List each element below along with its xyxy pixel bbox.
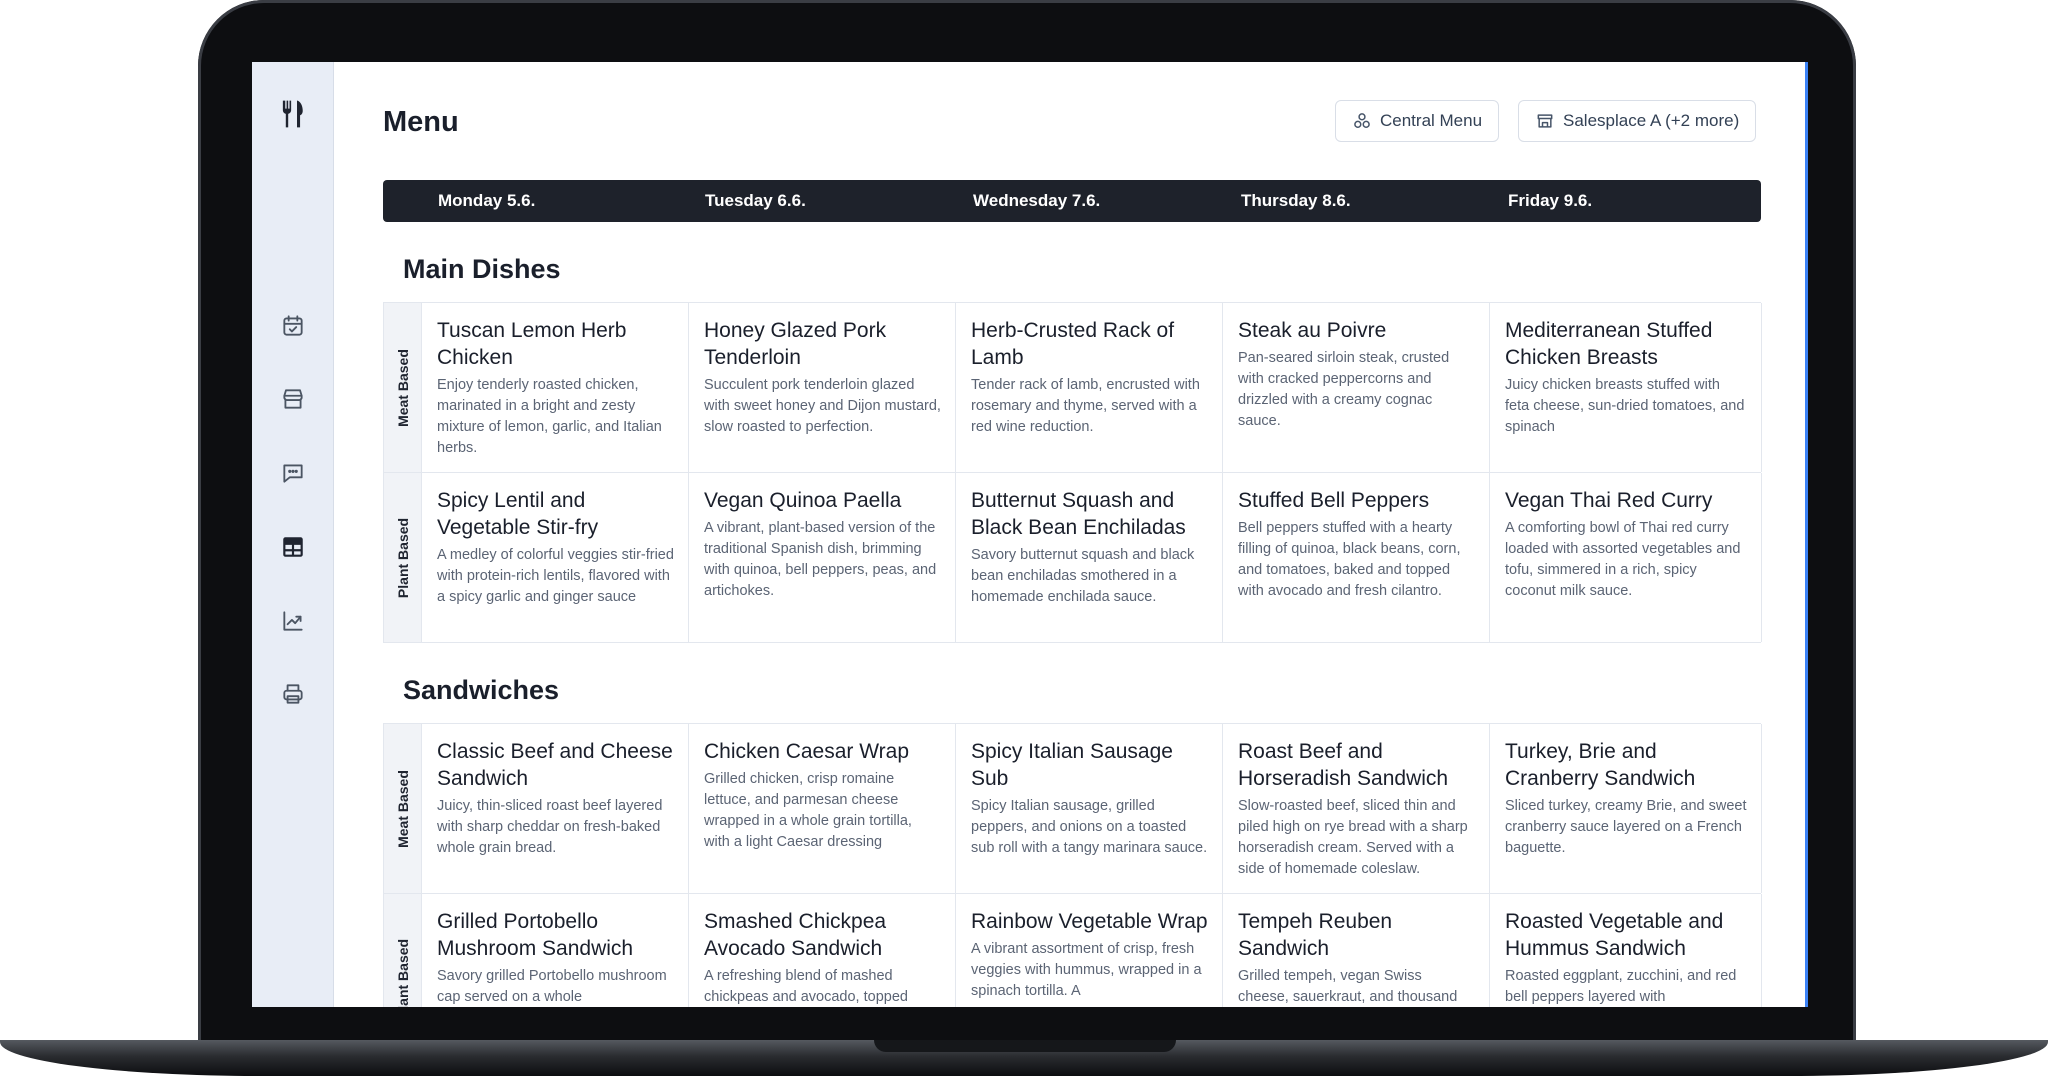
chat-icon[interactable] — [273, 453, 313, 493]
day-label: Wednesday 7.6. — [973, 191, 1101, 210]
row-label: Plant Based — [384, 894, 422, 1007]
dish-description: Juicy, thin-sliced roast beef layered wi… — [437, 798, 663, 856]
dish-description: Roasted eggplant, zucchini, and red bell… — [1505, 968, 1737, 1005]
table-grid-icon[interactable] — [273, 527, 313, 567]
laptop-notch — [874, 1040, 1176, 1052]
dish-description: Bell peppers stuffed with a hearty filli… — [1238, 520, 1461, 599]
dish-name: Vegan Quinoa Paella — [704, 489, 902, 512]
dish-cell[interactable]: Tuscan Lemon Herb Chicken Enjoy tenderly … — [422, 303, 689, 472]
day-label: Friday 9.6. — [1508, 191, 1593, 210]
dish-cell[interactable]: Honey Glazed Pork Tenderloin Succulent po… — [689, 303, 956, 472]
nodes-icon — [1354, 113, 1370, 128]
dish-cell[interactable]: Spicy Italian Sausage Sub Spicy Italian s… — [956, 724, 1223, 893]
dish-name: Vegan Thai Red Curry — [1505, 489, 1713, 512]
dish-description: Sliced turkey, creamy Brie, and sweet cr… — [1505, 798, 1747, 856]
sidebar — [252, 62, 334, 1007]
central-menu-label: Central Menu — [1380, 111, 1483, 130]
row-label: Meat Based — [384, 724, 422, 893]
menu-row: Meat Based Tuscan Lemon Herb Chicken Enjo… — [384, 303, 1762, 473]
dish-description: Pan-seared sirloin steak, crusted with c… — [1238, 350, 1450, 429]
dish-description: Savory butternut squash and black bean e… — [971, 547, 1195, 605]
section-title: Sandwiches — [403, 675, 560, 705]
dish-name: Grilled Portobello Mushroom Sandwich — [437, 910, 634, 960]
dish-cell[interactable]: Roasted Vegetable and Hummus Sandwich Roa… — [1490, 894, 1762, 1007]
dish-cell[interactable]: Butternut Squash and Black Bean Enchilad… — [956, 473, 1223, 642]
dish-cell[interactable]: Vegan Quinoa Paella A vibrant, plant-base… — [689, 473, 956, 642]
dish-description: Enjoy tenderly roasted chicken, marinate… — [437, 377, 662, 456]
day-label: Thursday 8.6. — [1241, 191, 1351, 210]
dish-cell[interactable]: Turkey, Brie and Cranberry Sandwich Slice… — [1490, 724, 1762, 893]
dish-description: Grilled chicken, crisp romaine lettuce, … — [704, 771, 912, 850]
dish-name: Classic Beef and Cheese Sandwich — [437, 740, 673, 790]
store-icon[interactable] — [273, 379, 313, 419]
dish-name: Butternut Squash and Black Bean Enchilad… — [971, 489, 1186, 539]
fork-knife-logo-icon[interactable] — [273, 94, 313, 134]
dish-description: Spicy Italian sausage, grilled peppers, … — [971, 798, 1208, 856]
central-menu-button[interactable]: Central Menu — [1335, 100, 1500, 142]
dish-cell[interactable]: Stuffed Bell Peppers Bell peppers stuffed… — [1223, 473, 1490, 642]
dish-name: Smashed Chickpea Avocado Sandwich — [704, 910, 887, 960]
dish-name: Tuscan Lemon Herb Chicken — [437, 319, 627, 369]
chart-line-icon[interactable] — [273, 601, 313, 641]
dish-name: Chicken Caesar Wrap — [704, 740, 910, 763]
menu-grid: Meat Based Classic Beef and Cheese Sandw… — [383, 723, 1762, 1007]
app-screen: Menu Central Menu Salesplace A (+2 more)… — [252, 62, 1808, 1007]
menu-row: Meat Based Classic Beef and Cheese Sandw… — [384, 724, 1762, 894]
row-label: Plant Based — [384, 473, 422, 642]
menu-row: Plant Based Grilled Portobello Mushroom … — [384, 894, 1762, 1007]
salesplace-button[interactable]: Salesplace A (+2 more) — [1518, 100, 1757, 142]
dish-name: Rainbow Vegetable Wrap — [971, 910, 1208, 933]
screen-edge — [1805, 62, 1808, 1007]
dish-description: Grilled tempeh, vegan Swiss cheese, saue… — [1238, 968, 1458, 1005]
dish-description: Juicy chicken breasts stuffed with feta … — [1505, 377, 1745, 435]
dish-cell[interactable]: Spicy Lentil and Vegetable Stir-fry A med… — [422, 473, 689, 642]
dish-cell[interactable]: Steak au Poivre Pan-seared sirloin steak,… — [1223, 303, 1490, 472]
dish-name: Stuffed Bell Peppers — [1238, 489, 1430, 512]
dish-description: A vibrant, plant-based version of the tr… — [704, 520, 937, 599]
dish-cell[interactable]: Vegan Thai Red Curry A comforting bowl of… — [1490, 473, 1762, 642]
dish-name: Spicy Lentil and Vegetable Stir-fry — [437, 489, 599, 539]
dish-cell[interactable]: Rainbow Vegetable Wrap A vibrant assortme… — [956, 894, 1223, 1007]
dish-cell[interactable]: Grilled Portobello Mushroom Sandwich Savo… — [422, 894, 689, 1007]
day-label: Tuesday 6.6. — [705, 191, 806, 210]
dish-cell[interactable]: Classic Beef and Cheese Sandwich Juicy, t… — [422, 724, 689, 893]
store-icon — [1537, 114, 1553, 128]
day-label: Monday 5.6. — [438, 191, 536, 210]
dish-name: Spicy Italian Sausage Sub — [971, 740, 1173, 790]
dish-cell[interactable]: Smashed Chickpea Avocado Sandwich A refre… — [689, 894, 956, 1007]
dish-description: Succulent pork tenderloin glazed with sw… — [704, 377, 941, 435]
row-label: Meat Based — [384, 303, 422, 472]
dish-description: Savory grilled Portobello mushroom cap s… — [437, 968, 667, 1005]
menu-row: Plant Based Spicy Lentil and Vegetable S… — [384, 473, 1762, 643]
dish-name: Roasted Vegetable and Hummus Sandwich — [1505, 910, 1724, 960]
dish-name: Tempeh Reuben Sandwich — [1238, 910, 1393, 960]
dish-name: Herb-Crusted Rack of Lamb — [971, 319, 1175, 369]
dish-name: Honey Glazed Pork Tenderloin — [704, 319, 887, 369]
dish-cell[interactable]: Mediterranean Stuffed Chicken Breasts Jui… — [1490, 303, 1762, 472]
dish-name: Roast Beef and Horseradish Sandwich — [1238, 740, 1449, 790]
day-header-bar: Monday 5.6. Tuesday 6.6. Wednesday 7.6. … — [383, 180, 1761, 222]
dish-name: Turkey, Brie and Cranberry Sandwich — [1505, 740, 1696, 790]
dish-description: A vibrant assortment of crisp, fresh veg… — [971, 941, 1202, 999]
dish-cell[interactable]: Herb-Crusted Rack of Lamb Tender rack of … — [956, 303, 1223, 472]
dish-description: A medley of colorful veggies stir-fried … — [437, 547, 674, 605]
dish-cell[interactable]: Chicken Caesar Wrap Grilled chicken, cris… — [689, 724, 956, 893]
dish-description: A comforting bowl of Thai red curry load… — [1505, 520, 1741, 599]
dish-description: Tender rack of lamb, encrusted with rose… — [971, 377, 1200, 435]
dish-description: A refreshing blend of mashed chickpeas a… — [704, 968, 908, 1005]
dish-description: Slow-roasted beef, sliced thin and piled… — [1238, 798, 1468, 877]
section-title: Main Dishes — [403, 254, 561, 284]
printer-icon[interactable] — [273, 674, 313, 714]
dish-cell[interactable]: Roast Beef and Horseradish Sandwich Slow-… — [1223, 724, 1490, 893]
dish-name: Steak au Poivre — [1238, 319, 1387, 342]
salesplace-label: Salesplace A (+2 more) — [1563, 111, 1740, 130]
menu-grid: Meat Based Tuscan Lemon Herb Chicken Enjo… — [383, 302, 1762, 643]
dish-cell[interactable]: Tempeh Reuben Sandwich Grilled tempeh, ve… — [1223, 894, 1490, 1007]
main-content: Menu Central Menu Salesplace A (+2 more)… — [383, 62, 1762, 1007]
calendar-check-icon[interactable] — [273, 306, 313, 346]
dish-name: Mediterranean Stuffed Chicken Breasts — [1505, 319, 1713, 369]
page-title: Menu — [383, 106, 459, 138]
